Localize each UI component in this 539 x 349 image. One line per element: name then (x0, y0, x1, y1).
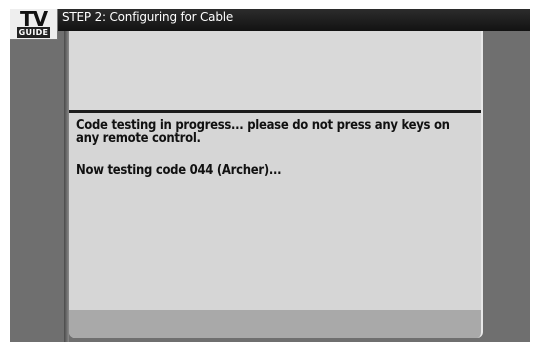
logo-guide-text: GUIDE (17, 27, 50, 38)
panel-divider (69, 110, 481, 113)
title-bar: STEP 2: Configuring for Cable (10, 9, 530, 31)
tv-screen: STEP 2: Configuring for Cable TV GUIDE C… (10, 9, 530, 342)
panel-footer-bar (69, 310, 481, 338)
tv-guide-logo: TV GUIDE (10, 9, 58, 40)
setup-panel: Code testing in progress... please do no… (69, 31, 483, 338)
progress-message: Code testing in progress... please do no… (76, 117, 450, 146)
step-title: STEP 2: Configuring for Cable (62, 10, 234, 24)
panel-upper-area (69, 31, 481, 110)
testing-status: Now testing code 044 (Archer)... (76, 162, 282, 178)
